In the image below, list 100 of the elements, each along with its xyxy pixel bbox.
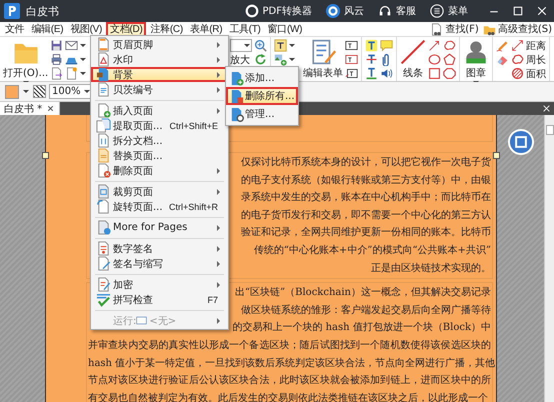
menu-item[interactable]: 视图(V) [67, 22, 106, 36]
ellipse-icon[interactable] [428, 53, 442, 66]
menu-item[interactable]: 数字签名 [91, 241, 228, 256]
new-document-icon[interactable] [65, 67, 78, 80]
pencil-icon[interactable] [496, 39, 510, 52]
text-field-icon[interactable] [345, 39, 358, 52]
title-bar-link[interactable]: PDF转换器 [244, 4, 312, 18]
text-line: 的电子货币发行和交易，即不需要一个中心化的第三方认 [241, 208, 491, 223]
resize-handle[interactable] [493, 152, 500, 159]
menu-item[interactable]: 编辑(E) [28, 22, 66, 36]
distance-icon [511, 39, 524, 52]
menu-icon [430, 4, 444, 18]
menu-item[interactable]: 文件 [2, 22, 28, 36]
toolbar-button[interactable]: 距离 [511, 39, 546, 52]
underline-icon[interactable] [365, 67, 378, 80]
shortcut-text: F7 [207, 294, 218, 304]
toolbar-button[interactable]: 编辑表单 [303, 39, 344, 80]
toolbar-button[interactable]: 放大 [230, 53, 252, 66]
toolbar-button[interactable]: 面积 [511, 67, 546, 80]
document-icon [96, 52, 110, 67]
save-icon[interactable] [50, 39, 64, 52]
pattern-swatch[interactable] [33, 85, 46, 98]
toolbar-button[interactable]: 周长 [511, 53, 546, 66]
menu-item[interactable]: 窗口(W) [264, 22, 306, 36]
image-text-icon[interactable] [274, 53, 288, 66]
text-field-icon[interactable] [345, 67, 358, 80]
menu-item[interactable]: 删除所有... [226, 87, 298, 105]
caret-icon [289, 58, 296, 61]
menu-item[interactable]: 背景 [91, 67, 228, 82]
document-badge-icon[interactable] [508, 129, 534, 155]
text-line: 的交易和上一个块的 hash 值打包放进一个块（Block）中 [232, 320, 491, 336]
menu-item[interactable]: 删除页面 [91, 163, 228, 178]
document-arrow-icon[interactable] [50, 67, 64, 80]
close-icon[interactable] [536, 5, 548, 17]
menu-item[interactable]: 注释(C) [147, 22, 186, 36]
menu-item[interactable]: 页眉页脚 [91, 37, 228, 52]
spell-check-icon [96, 292, 110, 307]
printer-icon[interactable] [50, 53, 64, 66]
polygon-icon[interactable] [443, 67, 456, 80]
submenu-arrow-icon [217, 224, 220, 230]
menu-value: <无> [149, 314, 176, 328]
rectangle-icon[interactable] [428, 67, 442, 80]
menu-item[interactable]: 水印 [91, 52, 228, 67]
zoom-field[interactable] [230, 39, 252, 52]
menu-item[interactable]: 拼写检查 F7 [91, 292, 228, 307]
menu-item[interactable]: 贝茨编号 [91, 82, 228, 97]
pentagon-icon[interactable] [443, 53, 456, 66]
caret-icon [80, 58, 86, 61]
caret-icon [244, 44, 250, 47]
text-select-icon[interactable] [274, 39, 288, 52]
menu-item[interactable]: 旋转页面... Ctrl+Shift+R [91, 199, 228, 214]
caret-icon [80, 44, 86, 47]
app-logo-icon [4, 3, 20, 19]
menu-item[interactable]: 替换页面... [91, 148, 228, 163]
submenu-arrow-icon [217, 56, 220, 62]
menu-item[interactable]: 工具(T) [226, 22, 264, 36]
text-line: 做区块链系统的雏形：客户端发起交易后向全网广播等待 [241, 304, 491, 318]
speaker-icon[interactable] [380, 67, 394, 80]
menu-item[interactable]: 加密 [91, 277, 228, 292]
arrow-icon[interactable] [428, 39, 442, 52]
mail-icon[interactable] [65, 39, 78, 52]
caret-icon [80, 72, 86, 75]
close-icon[interactable] [542, 104, 551, 113]
window-title: 白皮书 [26, 4, 59, 18]
menu-item[interactable]: More for Pages [91, 220, 228, 235]
menu-item[interactable]: 管理... [226, 105, 298, 123]
menu-item[interactable]: 拆分文档... [91, 133, 228, 148]
strikethrough-icon[interactable] [365, 53, 378, 66]
resize-handle[interactable] [42, 152, 49, 159]
title-bar-link[interactable]: 菜单 [430, 4, 468, 18]
maximize-icon[interactable] [512, 5, 524, 17]
title-bar-link[interactable]: 客服 [378, 4, 416, 18]
ring-icon [244, 4, 259, 18]
search-button[interactable]: 高级查找(S) [482, 22, 552, 36]
zoom-in-icon[interactable] [254, 39, 268, 52]
document-icon [96, 184, 110, 199]
rotate-icon[interactable] [254, 53, 268, 66]
close-icon[interactable] [46, 104, 56, 113]
menu-item[interactable]: 添加... [226, 69, 298, 87]
document-plus-icon [96, 103, 110, 118]
text-line: 录系统中发生的交易，账本在中心机构手中；而比特币在 [241, 190, 491, 206]
text-line: 仅探讨比特币系统本身的设计，可以把它视作一次电子货 [241, 156, 491, 170]
text-field-icon[interactable] [345, 53, 358, 66]
submenu-arrow-icon [217, 188, 220, 194]
title-bar-link[interactable]: 风云 [326, 4, 364, 18]
menu-item[interactable]: 提取页面... Ctrl+Shift+E [91, 118, 228, 133]
menu-item[interactable]: 表单(R) [186, 22, 226, 36]
document-icon [96, 82, 110, 97]
scrollbar[interactable] [544, 115, 554, 402]
search-button[interactable]: 查找(F) [430, 22, 479, 36]
document-icon [96, 148, 110, 163]
menu-item[interactable]: 裁剪页面 [91, 184, 228, 199]
document-tab[interactable]: 白皮书 * [0, 102, 60, 115]
cloud-shape-icon[interactable] [443, 39, 456, 52]
menu-item[interactable]: 插入页面 [91, 103, 228, 118]
toolbar-button[interactable]: 线条 [400, 39, 426, 80]
submenu-arrow-icon [217, 42, 220, 48]
menu-item[interactable]: 签名与缩写 [91, 256, 228, 271]
text-highlight-icon[interactable] [365, 39, 378, 52]
color-swatch[interactable] [5, 84, 19, 98]
